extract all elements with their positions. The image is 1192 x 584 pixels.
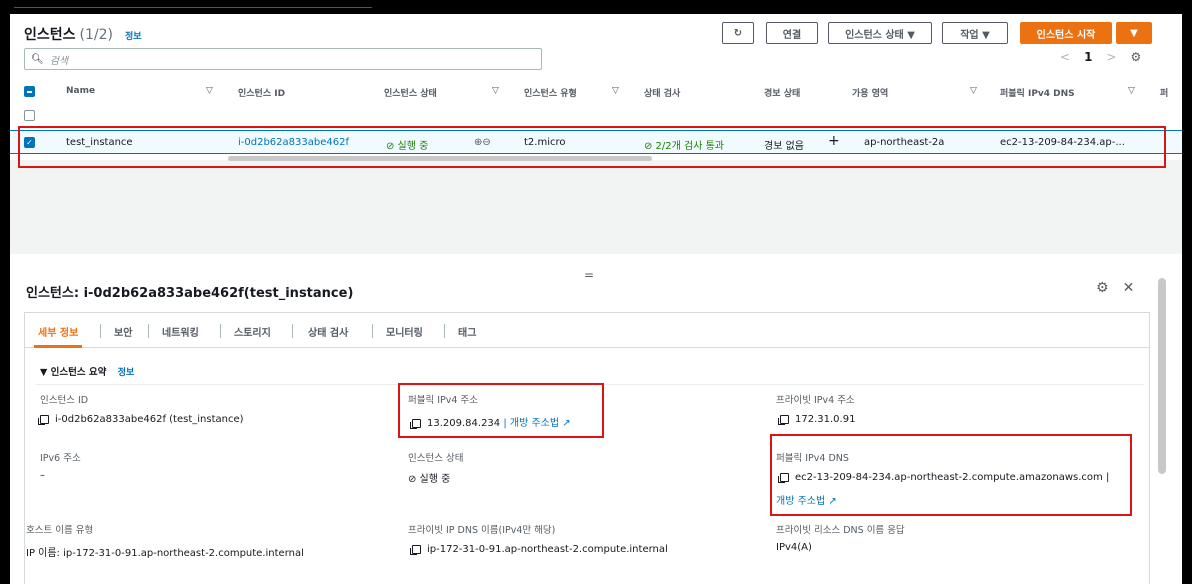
search-icon: 🔍︎ xyxy=(31,53,44,65)
tab-networking[interactable]: 네트워킹 xyxy=(162,324,199,339)
launch-dropdown-button[interactable]: ▼ xyxy=(1116,22,1152,44)
instances-list: 인스턴스 (1/2) 정보 ↻ 연결 인스턴스 상태 ▼ 작업 ▼ 인스턴스 시… xyxy=(10,14,1182,168)
sort-icon[interactable]: ▽ xyxy=(1128,86,1135,96)
copy-icon[interactable] xyxy=(38,414,49,425)
row-checkbox-hidden[interactable] xyxy=(24,110,35,121)
launch-instance-button[interactable]: 인스턴스 시작 xyxy=(1020,22,1112,44)
instance-summary-header[interactable]: ▼ 인스턴스 요약 정보 xyxy=(40,364,134,378)
private-ip-text: 172.31.0.91 xyxy=(795,414,856,425)
tab-separator xyxy=(444,324,445,338)
tab-monitoring[interactable]: 모니터링 xyxy=(386,324,423,339)
tab-separator xyxy=(148,324,149,338)
private-dns-value: ip-172-31-0-91.ap-northeast-2.compute.in… xyxy=(410,544,668,555)
column-status-check[interactable]: 상태 검사 xyxy=(644,86,680,99)
private-dns-text: ip-172-31-0-91.ap-northeast-2.compute.in… xyxy=(427,544,668,555)
split-handle[interactable]: = xyxy=(584,268,594,282)
settings-gear-icon[interactable]: ⚙ xyxy=(1096,280,1109,296)
next-page-button[interactable]: > xyxy=(1106,50,1116,64)
tab-details[interactable]: 세부 정보 xyxy=(38,324,78,339)
browser-top-bar xyxy=(0,0,1192,14)
sort-icon[interactable]: ▽ xyxy=(206,86,213,96)
instance-state-value: ⊘ 실행 중 xyxy=(408,474,451,485)
prev-page-button[interactable]: < xyxy=(1060,50,1070,64)
instance-id-value: i-0d2b62a833abe462f (test_instance) xyxy=(38,414,244,425)
search-placeholder: 검색 xyxy=(49,55,69,67)
column-public-dns[interactable]: 퍼블릭 IPv4 DNS xyxy=(1000,86,1075,99)
column-name[interactable]: Name xyxy=(66,86,95,96)
search-input[interactable]: 🔍︎ 검색 xyxy=(24,48,542,70)
column-instance-id[interactable]: 인스턴스 ID xyxy=(238,86,285,99)
pagination: < 1 > ⚙ xyxy=(1060,50,1141,64)
tab-storage[interactable]: 스토리지 xyxy=(234,324,271,339)
close-icon[interactable]: ✕ xyxy=(1123,280,1135,296)
refresh-icon: ↻ xyxy=(733,27,743,39)
copy-icon[interactable] xyxy=(410,544,421,555)
private-ip-label: 프라이빗 IPv4 주소 xyxy=(776,395,855,406)
actions-button[interactable]: 작업 ▼ xyxy=(942,22,1008,44)
tab-separator xyxy=(100,324,101,338)
settings-gear-icon[interactable]: ⚙ xyxy=(1130,50,1141,64)
column-availability-zone[interactable]: 가용 영역 xyxy=(852,86,888,99)
refresh-button[interactable]: ↻ xyxy=(722,22,754,44)
page-number[interactable]: 1 xyxy=(1084,50,1092,64)
column-alarm-status[interactable]: 경보 상태 xyxy=(764,86,800,99)
horizontal-scrollbar[interactable] xyxy=(228,156,652,161)
instance-state-button[interactable]: 인스턴스 상태 ▼ xyxy=(828,22,932,44)
sort-icon[interactable]: ▽ xyxy=(612,86,619,96)
instance-id-text: i-0d2b62a833abe462f (test_instance) xyxy=(55,414,244,425)
summary-label: ▼ 인스턴스 요약 xyxy=(40,367,107,378)
highlight-box xyxy=(18,126,1166,168)
connect-button[interactable]: 연결 xyxy=(766,22,818,44)
tab-status-check[interactable]: 상태 검사 xyxy=(308,324,348,339)
private-resource-dns-value: IPv4(A) xyxy=(776,542,812,553)
tab-separator xyxy=(292,324,293,338)
list-title: 인스턴스 xyxy=(24,27,76,43)
select-all-checkbox[interactable] xyxy=(24,86,35,97)
column-instance-state[interactable]: 인스턴스 상태 xyxy=(384,86,437,99)
private-resource-dns-label: 프라이빗 리소스 DNS 이름 응답 xyxy=(776,525,905,536)
private-ip-value: 172.31.0.91 xyxy=(778,414,856,425)
list-title-row: 인스턴스 (1/2) 정보 xyxy=(24,24,142,44)
instances-panel: 인스턴스 (1/2) 정보 ↻ 연결 인스턴스 상태 ▼ 작업 ▼ 인스턴스 시… xyxy=(10,14,1182,254)
highlight-box xyxy=(770,434,1132,516)
ec2-console-frame: 인스턴스 (1/2) 정보 ↻ 연결 인스턴스 상태 ▼ 작업 ▼ 인스턴스 시… xyxy=(10,14,1182,584)
private-dns-label: 프라이빗 IP DNS 이름(IPv4만 해당) xyxy=(408,525,556,536)
sort-icon[interactable]: ▽ xyxy=(492,86,499,96)
ipv6-label: IPv6 주소 xyxy=(40,453,81,464)
tab-separator xyxy=(372,324,373,338)
sort-icon[interactable]: ▽ xyxy=(970,86,977,96)
info-link[interactable]: 정보 xyxy=(125,29,142,42)
browser-tab[interactable] xyxy=(14,0,372,8)
detail-tabs: 세부 정보 보안 네트워킹 스토리지 상태 검사 모니터링 태그 xyxy=(24,312,1150,348)
highlight-box xyxy=(398,383,604,438)
table-header: Name ▽ 인스턴스 ID 인스턴스 상태 ▽ 인스턴스 유형 ▽ 상태 검사… xyxy=(10,80,1182,102)
hostname-type-value: IP 이름: ip-172-31-0-91.ap-northeast-2.com… xyxy=(26,548,304,559)
copy-icon[interactable] xyxy=(778,414,789,425)
instance-state-label: 인스턴스 상태 xyxy=(408,453,464,464)
active-tab-indicator xyxy=(34,345,82,348)
tab-separator xyxy=(220,324,221,338)
vertical-scrollbar[interactable] xyxy=(1158,278,1166,474)
tab-security[interactable]: 보안 xyxy=(114,324,132,339)
summary-info-link[interactable]: 정보 xyxy=(118,368,135,378)
hostname-type-label: 호스트 이름 유형 xyxy=(26,525,94,536)
detail-actions: ⚙ ✕ xyxy=(1096,280,1134,296)
detail-title: 인스턴스: i-0d2b62a833abe462f(test_instance) xyxy=(26,286,354,301)
column-instance-type[interactable]: 인스턴스 유형 xyxy=(524,86,577,99)
selection-count: (1/2) xyxy=(79,27,113,43)
instance-id-label: 인스턴스 ID xyxy=(40,395,89,406)
column-public-ip-partial[interactable]: 퍼 xyxy=(1160,86,1168,99)
ipv6-value: – xyxy=(40,470,45,481)
tab-tags[interactable]: 태그 xyxy=(458,324,476,339)
